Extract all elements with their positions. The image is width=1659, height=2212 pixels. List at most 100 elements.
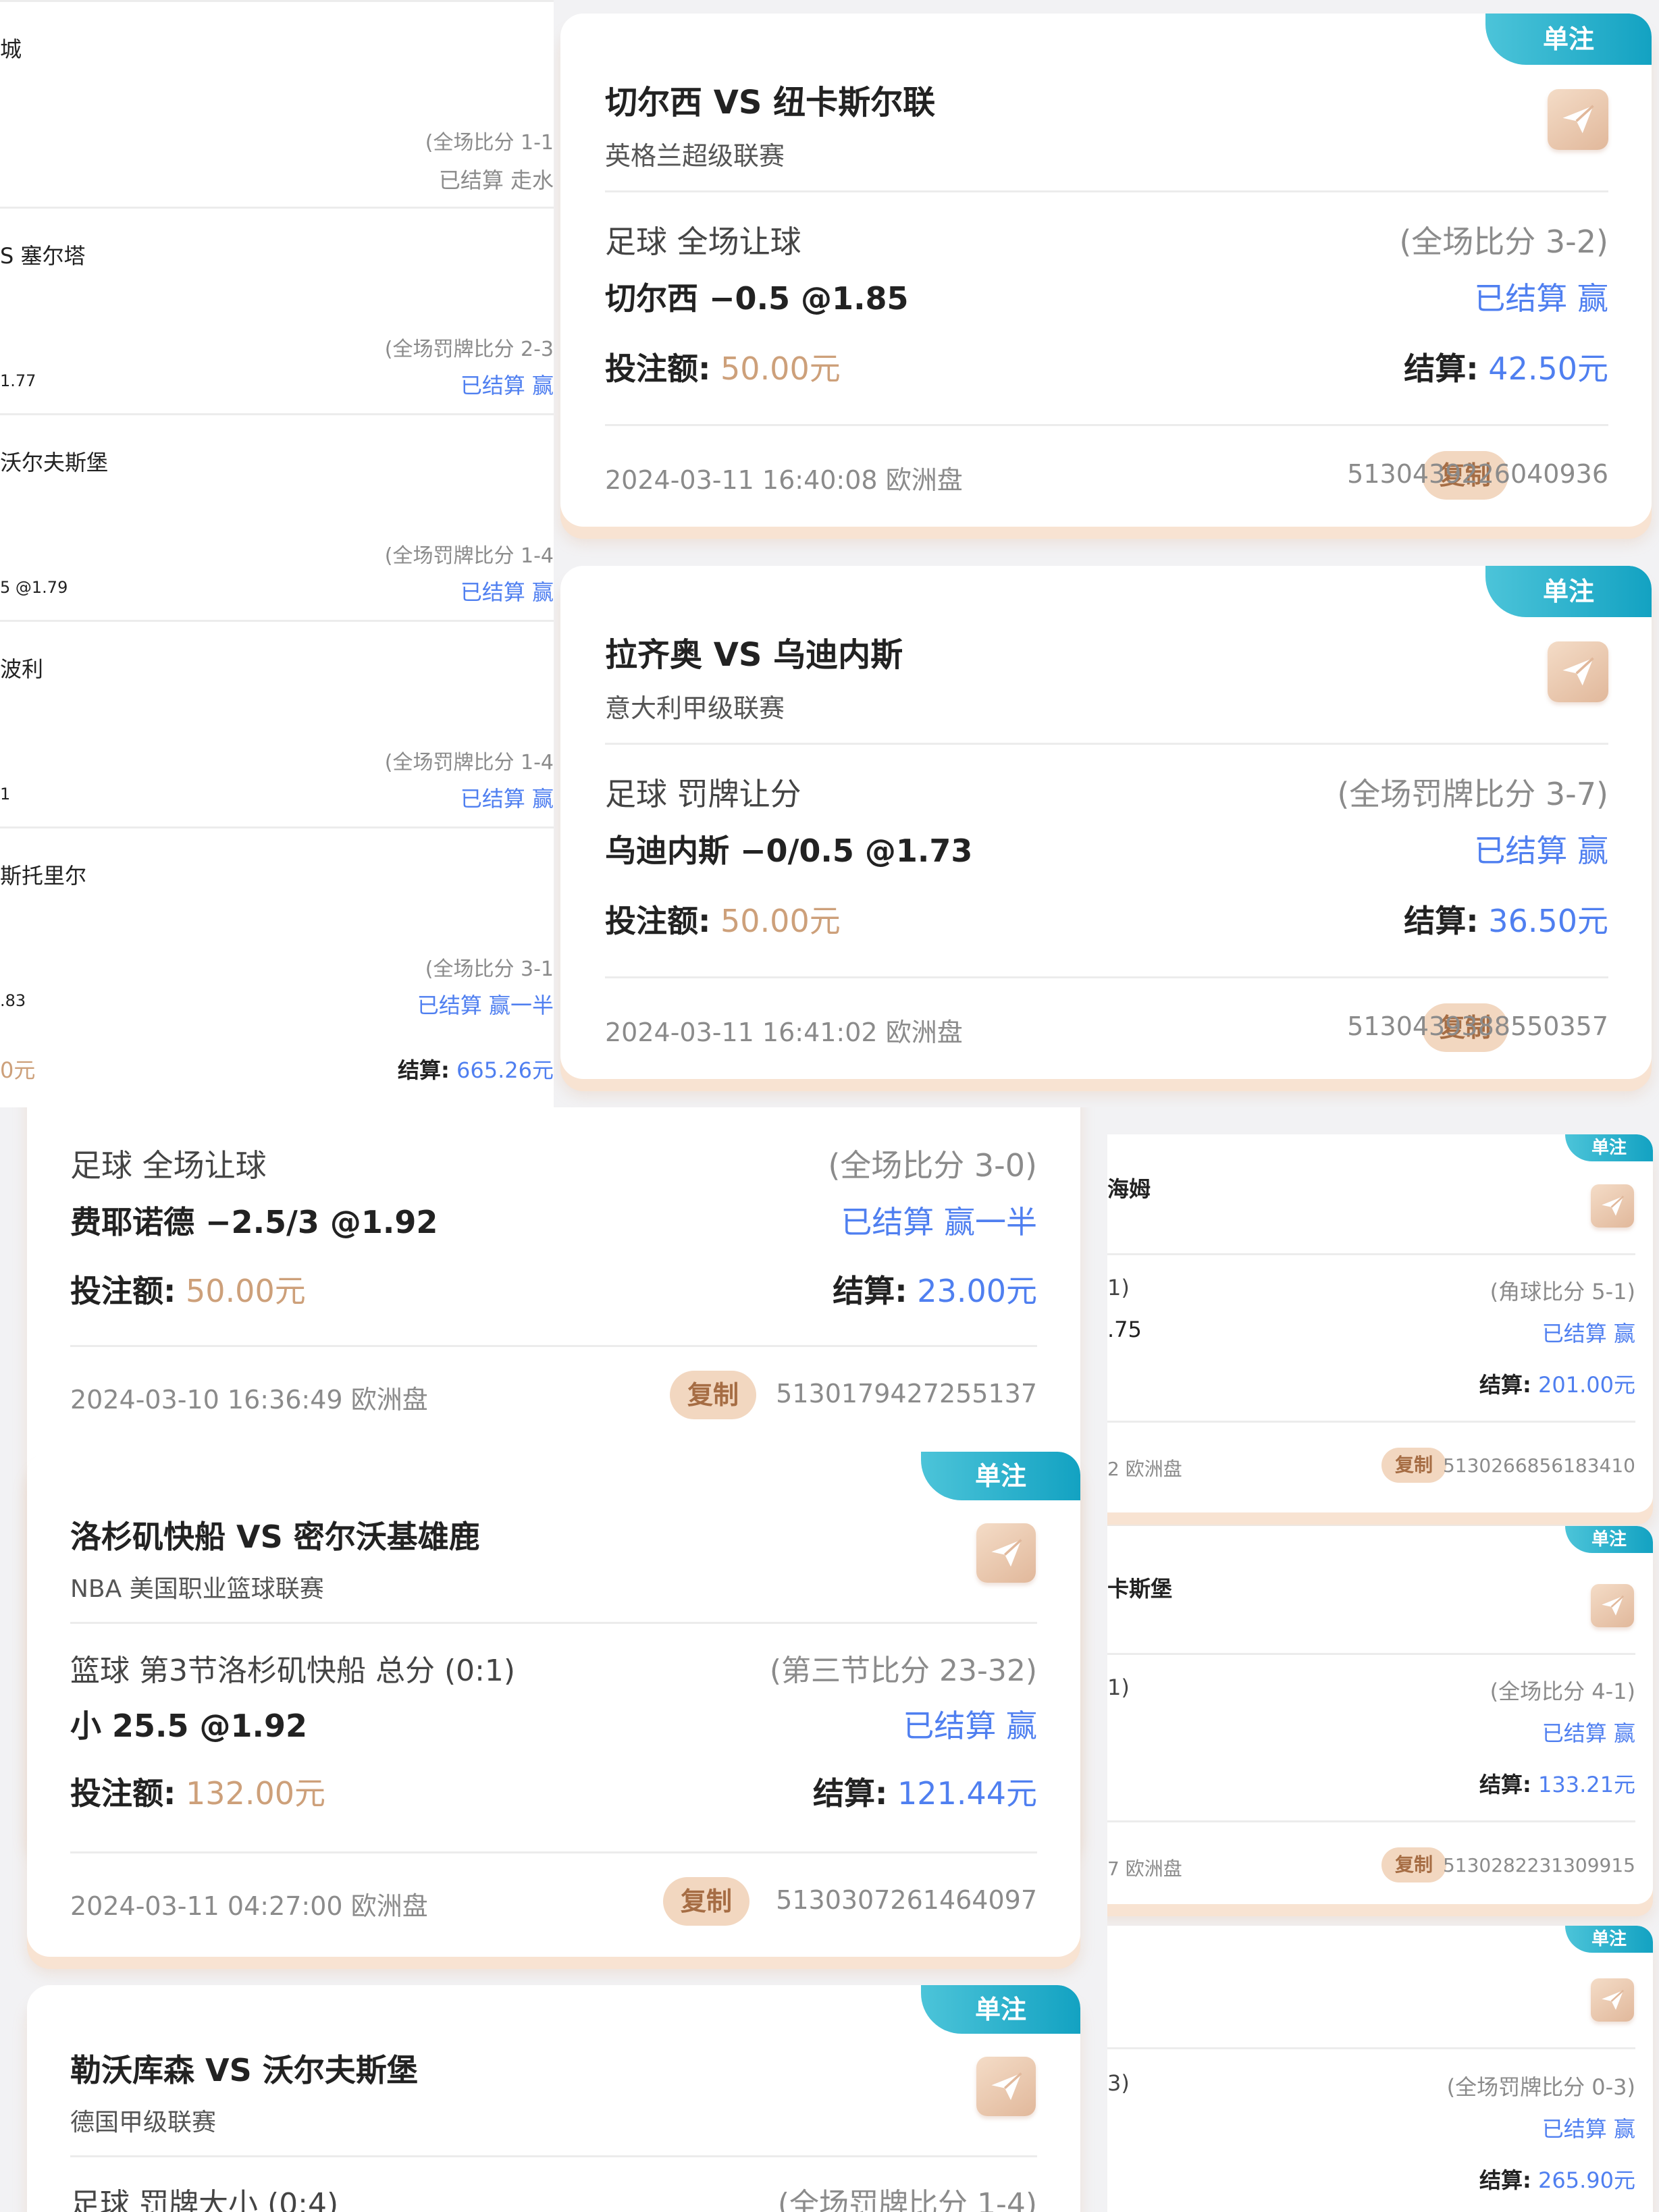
market-name: 篮球 第3节洛杉矶快船 总分 (0:1) [70, 1654, 516, 1688]
share-button[interactable] [1548, 89, 1608, 150]
league-name: 英格兰超级联赛 [605, 141, 785, 171]
payout-row: 结算: 121.44元 [813, 1769, 1037, 1814]
share-button[interactable] [1591, 1584, 1634, 1627]
payout-row: 结算: 42.50元 [1404, 344, 1608, 389]
settlement-status: 已结算 赢一半 [841, 1198, 1037, 1242]
stake-amount: 132.00元 [186, 1775, 325, 1812]
divider [1107, 2047, 1635, 2049]
payout-label: 结算: [833, 1273, 907, 1309]
bet-time: 2024-03-11 16:41:02 欧洲盘 [605, 1011, 963, 1049]
selection-odds: .75 [1107, 1317, 1142, 1342]
timestamp: 2024-03-11 16:40:08 [605, 465, 878, 495]
copy-button[interactable]: 复制 [670, 1371, 756, 1419]
score: (全场罚牌比分 0-3) [1446, 2074, 1635, 2100]
order-number: 5130282231309915 [1442, 1854, 1635, 1876]
market-name: 足球 罚牌让分 [605, 776, 801, 812]
bet-card: 单注 勒沃库森 VS 沃尔夫斯堡 德国甲级联赛 足球 罚牌大小 (0:4) (全… [27, 1985, 1080, 2212]
selection-odds: 乌迪内斯 −0/0.5 @1.73 [605, 833, 973, 869]
market-name: 足球 全场让球 [605, 223, 801, 260]
payout-label: 结算: [1479, 2167, 1531, 2193]
payout-row: 结算: 665.26元 [398, 1053, 554, 1084]
settlement-status: 已结算 赢 [1474, 826, 1608, 871]
result-text: 赢一半 [944, 1204, 1037, 1240]
divider [1107, 1820, 1635, 1822]
payout-row: 结算: 23.00元 [833, 1267, 1037, 1311]
divider [605, 743, 1608, 745]
payout-label: 结算: [398, 1057, 450, 1083]
payout-amount: 23.00元 [917, 1273, 1037, 1309]
list-item-team: S 塞尔塔 [0, 243, 86, 269]
league-name: NBA 美国职业篮球联赛 [70, 1575, 324, 1603]
list-item-odds: 1 [0, 785, 11, 804]
left-cropped-panel: 城 (全场比分 1-1 已结算 走水 S 塞尔塔 (全场罚牌比分 2-3 1.7… [0, 0, 554, 1107]
payout-label: 结算: [1404, 903, 1479, 939]
order-number: 5130439226040936 [1347, 459, 1608, 489]
copy-button[interactable]: 复制 [663, 1877, 749, 1926]
order-number: 5130439388550357 [1347, 1011, 1608, 1041]
stake-amount: 0元 [0, 1057, 36, 1083]
market-name: 1) [1107, 1275, 1130, 1300]
full-time-score: (全场罚牌比分 3-7) [1337, 776, 1608, 812]
share-button[interactable] [1548, 641, 1608, 702]
payout-amount: 42.50元 [1488, 350, 1608, 387]
share-button[interactable] [1591, 1978, 1634, 2022]
payout-row: 结算: 265.90元 [1479, 2163, 1635, 2194]
score: (全场比分 4-1) [1490, 1679, 1635, 1704]
list-item-score: (全场罚牌比分 1-4 [384, 751, 554, 774]
single-bet-ribbon: 单注 [1485, 566, 1652, 617]
settled-text: 已结算 [903, 1708, 997, 1744]
market-type: 欧洲盘 [350, 1891, 428, 1921]
paper-plane-icon [1601, 1989, 1624, 2010]
settled-text: 已结算 [841, 1204, 934, 1240]
match-title: 海姆 [1107, 1176, 1151, 1202]
timestamp: 2024-03-11 04:27:00 [70, 1891, 343, 1921]
stake-label: 投注额: [605, 350, 711, 387]
payout-amount: 265.90元 [1538, 2167, 1635, 2193]
result-text: 赢 [1006, 1708, 1037, 1744]
copy-button[interactable]: 复制 [1381, 1847, 1446, 1882]
single-bet-ribbon: 单注 [1565, 1526, 1653, 1553]
bet-time: 2024-03-10 16:36:49 欧洲盘 [70, 1379, 428, 1416]
share-button[interactable] [1591, 1184, 1634, 1228]
stake-amount: 50.00元 [720, 903, 841, 939]
divider [0, 0, 554, 2]
list-item-status: 已结算 赢 [460, 786, 554, 812]
selection-odds: 费耶诺德 −2.5/3 @1.92 [70, 1204, 438, 1240]
payout-row: 结算: 133.21元 [1479, 1768, 1635, 1799]
selection-odds: 切尔西 −0.5 @1.85 [605, 280, 909, 317]
market-name: 足球 罚牌大小 (0:4) [70, 2187, 339, 2212]
stake-amount: 50.00元 [186, 1273, 306, 1309]
divider [605, 424, 1608, 426]
result-text: 赢 [1577, 280, 1608, 317]
divider [605, 976, 1608, 978]
copy-button[interactable]: 复制 [1381, 1448, 1446, 1483]
share-button[interactable] [976, 1523, 1036, 1583]
payout-amount: 36.50元 [1488, 903, 1608, 939]
result-text: 赢 [1577, 833, 1608, 869]
share-button[interactable] [976, 2057, 1036, 2116]
timestamp: 2024-03-11 16:41:02 [605, 1018, 878, 1047]
stake-row: 投注额: 50.00元 [605, 897, 841, 941]
single-bet-ribbon: 单注 [921, 1452, 1080, 1500]
single-bet-ribbon: 单注 [921, 1985, 1080, 2034]
paper-plane-icon [1562, 105, 1594, 134]
paper-plane-icon [1601, 1595, 1624, 1616]
list-item-team: 沃尔夫斯堡 [0, 450, 109, 475]
payout-amount: 121.44元 [897, 1775, 1037, 1812]
market-type: 欧洲盘 [885, 465, 963, 495]
match-title: 切尔西 VS 纽卡斯尔联 [605, 84, 936, 122]
divider [70, 2155, 1037, 2157]
divider [0, 826, 554, 828]
paper-plane-icon [991, 2072, 1022, 2100]
list-item-score: (全场罚牌比分 1-4 [384, 544, 554, 568]
stake-row: 投注额: 50.00元 [70, 1267, 306, 1311]
top-right-panel: 单注 切尔西 VS 纽卡斯尔联 英格兰超级联赛 足球 全场让球 (全场比分 3-… [554, 0, 1659, 1107]
paper-plane-icon [991, 1538, 1022, 1566]
list-item-status: 已结算 赢 [460, 373, 554, 398]
divider [0, 413, 554, 415]
settled-text: 已结算 [1474, 280, 1568, 317]
bet-time: 2024-03-11 04:27:00 欧洲盘 [70, 1885, 428, 1922]
league-name: 德国甲级联赛 [70, 2109, 217, 2136]
order-number: 5130179427255137 [776, 1379, 1037, 1408]
divider [70, 1345, 1037, 1347]
